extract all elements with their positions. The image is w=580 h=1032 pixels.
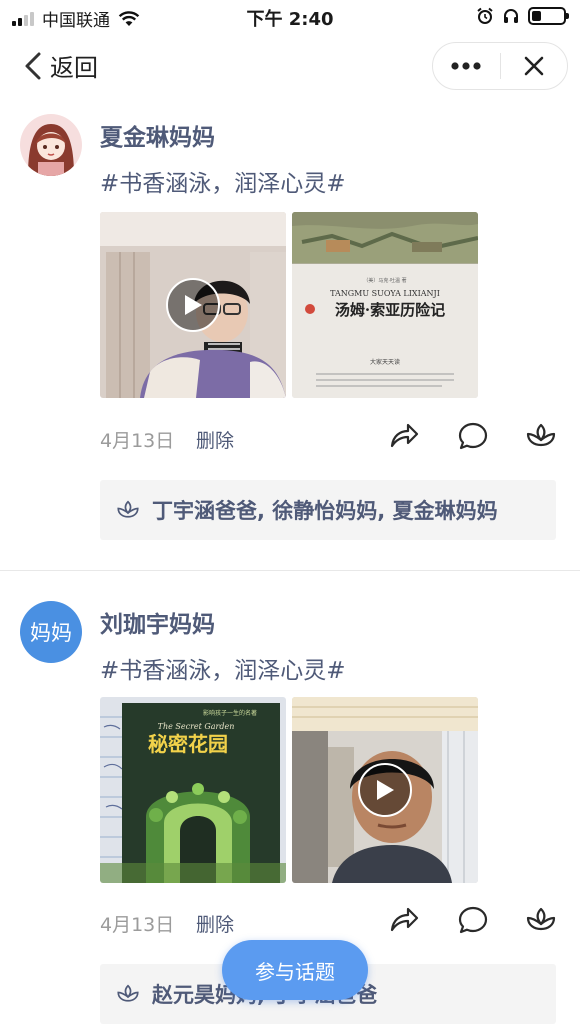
lotus-like-icon[interactable] bbox=[525, 420, 557, 452]
svg-text:影响孩子一生的名著: 影响孩子一生的名著 bbox=[203, 709, 257, 717]
avatar-text: 妈妈 bbox=[30, 621, 72, 645]
post-image[interactable]: 影响孩子一生的名著 The Secret Garden 秘密花园 bbox=[100, 697, 286, 883]
avatar[interactable]: 妈妈 bbox=[20, 601, 82, 663]
play-icon bbox=[185, 295, 202, 315]
post-video[interactable] bbox=[100, 212, 286, 398]
avatar[interactable] bbox=[20, 114, 82, 176]
post-author[interactable]: 刘珈宇妈妈 bbox=[100, 605, 215, 639]
post-date: 4月13日 bbox=[100, 914, 175, 936]
post-author[interactable]: 夏金琳妈妈 bbox=[100, 118, 215, 152]
book-cover-photo: （美）马克·吐温 著 TANGMU SUOYA LIXIANJI 汤姆·索亚历险… bbox=[292, 212, 478, 398]
book-title: 秘密花园 bbox=[148, 732, 228, 756]
post-topic[interactable]: #书香涵泳，润泽心灵# bbox=[100, 164, 346, 198]
lotus-like-icon bbox=[117, 500, 139, 518]
join-topic-button[interactable]: 参与话题 bbox=[222, 940, 368, 1000]
play-button[interactable] bbox=[166, 278, 220, 332]
share-icon[interactable] bbox=[388, 420, 420, 452]
share-icon[interactable] bbox=[388, 904, 420, 936]
post-card: 夏金琳妈妈 #书香涵泳，润泽心灵# （美）马克·吐温 著 TANGMU SUOY… bbox=[0, 0, 580, 570]
book-pinyin: TANGMU SUOYA LIXIANJI bbox=[330, 289, 440, 298]
post-video[interactable] bbox=[292, 697, 478, 883]
book-en-title: The Secret Garden bbox=[158, 722, 235, 731]
lotus-like-icon bbox=[117, 984, 139, 1002]
book-title: 汤姆·索亚历险记 bbox=[335, 301, 445, 319]
girl-cartoon-avatar-image bbox=[20, 114, 82, 176]
comment-icon[interactable] bbox=[457, 420, 489, 452]
likes-bar: 丁宇涵爸爸, 徐静怡妈妈, 夏金琳妈妈 bbox=[100, 480, 556, 540]
book-footer: 大家天天读 bbox=[370, 358, 400, 366]
post-date: 4月13日 bbox=[100, 430, 175, 452]
delete-button[interactable]: 删除 bbox=[196, 910, 234, 937]
post-image[interactable]: （美）马克·吐温 著 TANGMU SUOYA LIXIANJI 汤姆·索亚历险… bbox=[292, 212, 478, 398]
lotus-like-icon[interactable] bbox=[525, 904, 557, 936]
play-icon bbox=[377, 780, 394, 800]
post-topic[interactable]: #书香涵泳，润泽心灵# bbox=[100, 651, 346, 685]
svg-text:（美）马克·吐温 著: （美）马克·吐温 著 bbox=[363, 277, 406, 284]
play-button[interactable] bbox=[358, 763, 412, 817]
likes-names[interactable]: 丁宇涵爸爸, 徐静怡妈妈, 夏金琳妈妈 bbox=[152, 495, 498, 525]
book-cover-photo: 影响孩子一生的名著 The Secret Garden 秘密花园 bbox=[100, 697, 286, 883]
delete-button[interactable]: 删除 bbox=[196, 426, 234, 453]
comment-icon[interactable] bbox=[457, 904, 489, 936]
